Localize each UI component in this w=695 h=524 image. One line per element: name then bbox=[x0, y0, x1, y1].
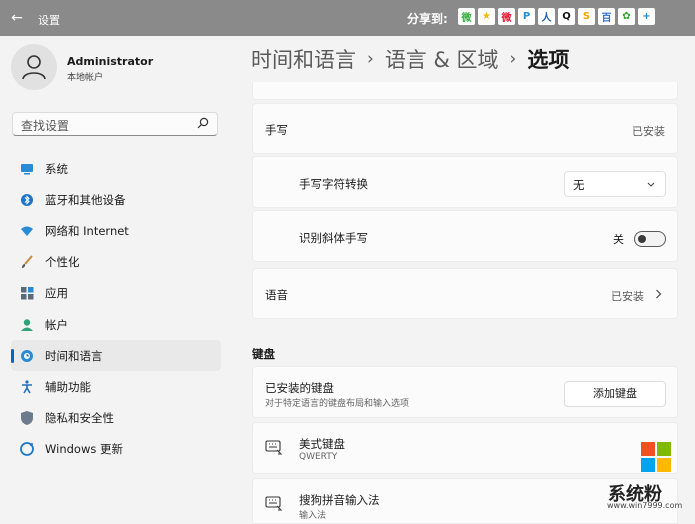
kaixin-icon[interactable]: ✿ bbox=[618, 8, 635, 25]
keyboard-item[interactable]: 美式键盘 QWERTY bbox=[252, 422, 678, 474]
breadcrumb-language-region[interactable]: 语言 & 区域 bbox=[385, 44, 499, 74]
handwriting-status: 已安装 bbox=[632, 125, 665, 138]
watermark-url: www.win7999.com bbox=[607, 501, 683, 510]
sidebar-item-label: 辅助功能 bbox=[45, 379, 91, 394]
sidebar-item-label: 帐户 bbox=[45, 317, 68, 332]
speech-label: 语音 bbox=[265, 288, 288, 302]
italic-handwriting-row: 识别斜体手写 关 bbox=[252, 210, 678, 262]
wechat-icon[interactable]: 微 bbox=[458, 8, 475, 25]
handwriting-conversion-row: 手写字符转换 无 bbox=[252, 156, 678, 208]
speech-row[interactable]: 语音 已安装 bbox=[252, 268, 678, 319]
sidebar-item-label: 蓝牙和其他设备 bbox=[45, 192, 126, 207]
qq-icon[interactable]: Q bbox=[558, 8, 575, 25]
installed-keyboards-desc: 对于特定语言的键盘布局和输入选项 bbox=[265, 399, 410, 409]
sidebar-item-brush[interactable]: 个性化 bbox=[11, 247, 221, 278]
qzone-icon[interactable]: ★ bbox=[478, 8, 495, 25]
chevron-right-icon bbox=[656, 289, 662, 299]
add-keyboard-button[interactable]: 添加键盘 bbox=[564, 381, 666, 407]
back-button[interactable]: ← bbox=[9, 10, 25, 26]
toggle-knob bbox=[638, 235, 646, 243]
account-icon bbox=[20, 318, 34, 332]
breadcrumb-current: 选项 bbox=[527, 48, 570, 72]
baidu-icon[interactable]: 百 bbox=[598, 8, 615, 25]
sidebar-item-label: 个性化 bbox=[45, 255, 80, 270]
sidebar-item-system[interactable]: 系统 bbox=[11, 153, 221, 184]
window-title: 设置 bbox=[38, 14, 60, 27]
sidebar-item-update[interactable]: Windows 更新 bbox=[11, 434, 221, 465]
more-share-icon[interactable]: + bbox=[638, 8, 655, 25]
search-icon bbox=[197, 117, 209, 129]
user-icon bbox=[22, 55, 46, 80]
sidebar-item-shield[interactable]: 隐私和安全性 bbox=[11, 403, 221, 434]
time-language-icon bbox=[20, 349, 34, 363]
keyboard-subtitle: 输入法 bbox=[299, 511, 327, 521]
renren-icon[interactable]: 人 bbox=[538, 8, 555, 25]
sidebar-item-bluetooth[interactable]: 蓝牙和其他设备 bbox=[11, 184, 221, 215]
installed-keyboards-label: 已安装的键盘 bbox=[265, 381, 334, 395]
handwriting-conversion-dropdown[interactable]: 无 bbox=[564, 171, 666, 197]
sohu-icon[interactable]: S bbox=[578, 8, 595, 25]
keyboard-icon bbox=[265, 496, 283, 511]
sidebar-item-label: 时间和语言 bbox=[45, 348, 103, 363]
breadcrumb: 时间和语言 › 语言 & 区域 › 选项 bbox=[251, 44, 569, 74]
handwriting-row[interactable]: 手写 已安装 bbox=[252, 103, 678, 154]
system-icon bbox=[20, 162, 34, 176]
keyboard-section-title: 键盘 bbox=[252, 347, 275, 361]
weibo-icon[interactable]: 微 bbox=[498, 8, 515, 25]
accessibility-icon bbox=[20, 380, 34, 394]
windows-logo-watermark bbox=[641, 442, 671, 472]
brush-icon bbox=[20, 255, 34, 269]
tencent-weibo-icon[interactable]: P bbox=[518, 8, 535, 25]
previous-card bbox=[252, 82, 678, 100]
search-input[interactable]: 查找设置 bbox=[12, 112, 218, 136]
keyboard-name: 美式键盘 bbox=[299, 437, 345, 451]
shield-icon bbox=[20, 411, 34, 426]
title-bar: ← 设置 分享到: 微 ★ 微 P 人 Q S 百 ✿ + bbox=[0, 0, 695, 36]
profile-subtitle: 本地帐户 bbox=[67, 73, 104, 83]
sidebar-item-account[interactable]: 帐户 bbox=[11, 309, 221, 340]
sidebar-item-label: 网络和 Internet bbox=[45, 223, 129, 238]
network-icon bbox=[20, 224, 34, 238]
sidebar-item-label: 隐私和安全性 bbox=[45, 411, 114, 426]
profile-name: Administrator bbox=[67, 55, 154, 68]
sidebar-item-time-language[interactable]: 时间和语言 bbox=[11, 340, 221, 372]
chevron-down-icon bbox=[647, 182, 655, 187]
avatar bbox=[11, 44, 57, 90]
sidebar-item-label: 系统 bbox=[45, 161, 68, 176]
italic-handwriting-label: 识别斜体手写 bbox=[299, 231, 368, 245]
handwriting-conversion-label: 手写字符转换 bbox=[299, 177, 368, 191]
share-icons: 微 ★ 微 P 人 Q S 百 ✿ + bbox=[458, 8, 655, 25]
sidebar-item-label: Windows 更新 bbox=[45, 442, 123, 457]
keyboard-icon bbox=[265, 440, 283, 455]
italic-handwriting-toggle[interactable] bbox=[634, 231, 666, 247]
italic-toggle-state: 关 bbox=[613, 233, 624, 246]
apps-icon bbox=[20, 286, 34, 300]
sidebar-item-network[interactable]: 网络和 Internet bbox=[11, 215, 221, 246]
update-icon bbox=[20, 442, 34, 457]
sidebar-item-label: 应用 bbox=[45, 286, 68, 301]
share-label: 分享到: bbox=[407, 12, 448, 26]
breadcrumb-separator: › bbox=[509, 49, 517, 69]
search-placeholder: 查找设置 bbox=[21, 119, 70, 133]
breadcrumb-time-language[interactable]: 时间和语言 bbox=[251, 44, 356, 74]
sidebar-item-apps[interactable]: 应用 bbox=[11, 278, 221, 309]
breadcrumb-separator: › bbox=[367, 49, 374, 69]
handwriting-label: 手写 bbox=[265, 123, 288, 137]
dropdown-value: 无 bbox=[573, 178, 585, 192]
keyboard-name: 搜狗拼音输入法 bbox=[299, 493, 380, 507]
sidebar-item-accessibility[interactable]: 辅助功能 bbox=[11, 371, 221, 402]
keyboard-subtitle: QWERTY bbox=[299, 452, 338, 462]
installed-keyboards-row: 已安装的键盘 对于特定语言的键盘布局和输入选项 添加键盘 bbox=[252, 366, 678, 418]
bluetooth-icon bbox=[20, 193, 34, 207]
speech-status: 已安装 bbox=[611, 290, 644, 303]
sidebar-nav: 系统蓝牙和其他设备 网络和 Internet 个性化应用帐户时间和语言辅助功能隐私和… bbox=[11, 153, 221, 465]
